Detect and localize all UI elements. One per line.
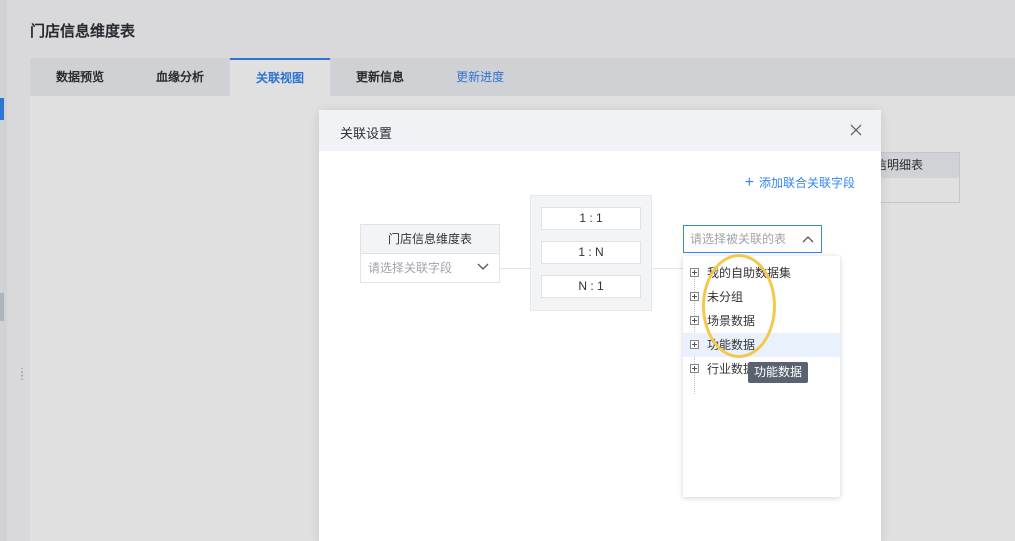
tree-item-ungrouped[interactable]: 未分组 bbox=[683, 285, 840, 309]
connector-line-left bbox=[500, 268, 530, 269]
source-field-placeholder: 请选择关联字段 bbox=[368, 261, 453, 275]
tree-item-scenario-data[interactable]: 场景数据 bbox=[683, 309, 840, 333]
source-field-select[interactable]: 请选择关联字段 bbox=[361, 254, 499, 282]
add-joint-field-label: 添加联合关联字段 bbox=[758, 176, 855, 190]
source-table-name: 门店信息维度表 bbox=[361, 225, 499, 254]
source-table-card: 门店信息维度表 请选择关联字段 bbox=[360, 224, 500, 283]
dialog-header: 关联设置 bbox=[319, 110, 881, 151]
tree-item-label: 场景数据 bbox=[707, 314, 756, 328]
expand-icon[interactable] bbox=[690, 292, 699, 301]
chevron-up-icon bbox=[802, 236, 814, 243]
close-icon[interactable] bbox=[847, 121, 865, 139]
tree-item-my-datasets[interactable]: 我的自助数据集 bbox=[683, 261, 840, 285]
dialog-title: 关联设置 bbox=[340, 126, 393, 141]
target-table-placeholder: 请选择被关联的表 bbox=[690, 232, 787, 246]
tooltip: 功能数据 bbox=[748, 362, 809, 383]
tree-item-label: 未分组 bbox=[707, 290, 744, 304]
expand-icon[interactable] bbox=[690, 268, 699, 277]
relation-one-to-one[interactable]: 1 : 1 bbox=[541, 207, 641, 230]
target-table-select[interactable]: 请选择被关联的表 bbox=[683, 225, 822, 253]
relation-type-group: 1 : 1 1 : N N : 1 bbox=[530, 195, 652, 311]
connector-line-right bbox=[652, 268, 683, 269]
tree-item-label: 功能数据 bbox=[707, 338, 756, 352]
tree-item-label: 我的自助数据集 bbox=[707, 266, 792, 280]
chevron-down-icon bbox=[477, 263, 489, 270]
relation-many-to-one[interactable]: N : 1 bbox=[541, 275, 641, 298]
add-joint-field-button[interactable]: + 添加联合关联字段 bbox=[745, 174, 855, 191]
relation-settings-dialog: 关联设置 + 添加联合关联字段 门店信息维度表 请选择关联字段 1 : 1 1 … bbox=[319, 110, 881, 541]
expand-icon[interactable] bbox=[690, 316, 699, 325]
relation-one-to-many[interactable]: 1 : N bbox=[541, 241, 641, 264]
plus-icon: + bbox=[744, 173, 754, 191]
tree-item-function-data[interactable]: 功能数据 bbox=[683, 333, 840, 357]
expand-icon[interactable] bbox=[690, 340, 699, 349]
expand-icon[interactable] bbox=[690, 364, 699, 373]
